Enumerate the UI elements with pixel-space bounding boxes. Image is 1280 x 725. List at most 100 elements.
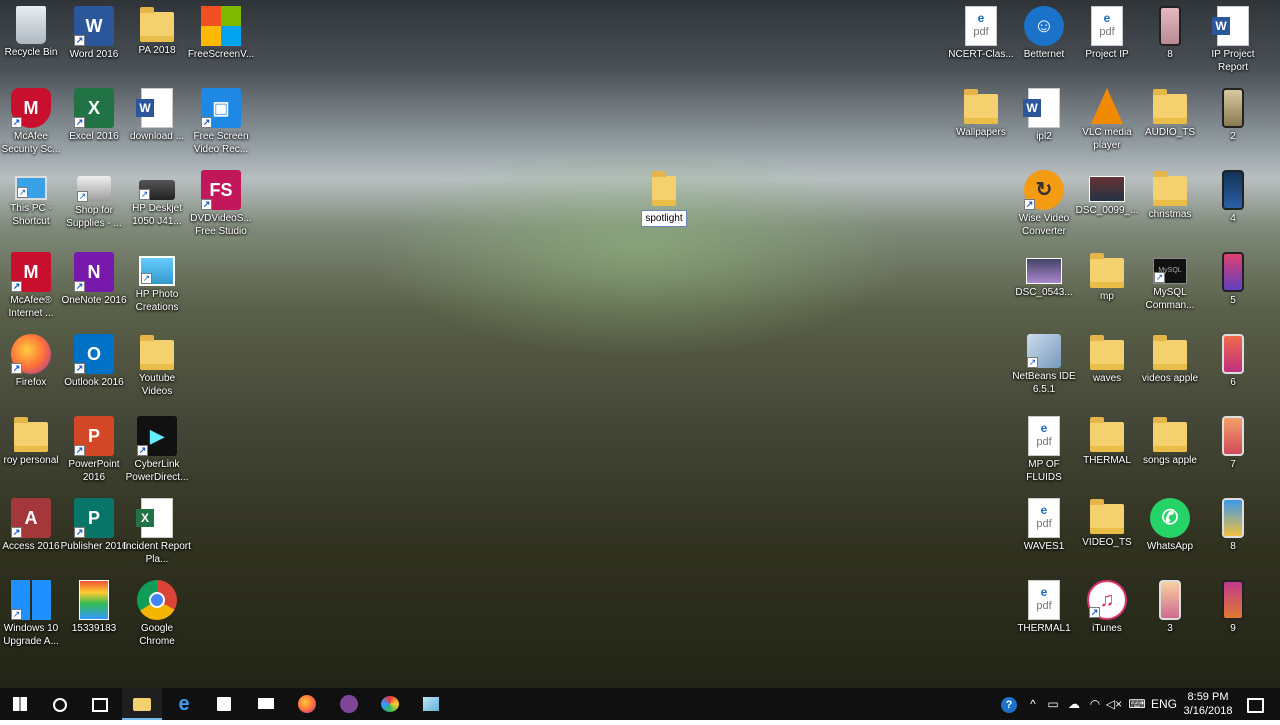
roy-personal-folder[interactable]: roy personal <box>0 412 65 492</box>
image-3-icon[interactable]: 3 <box>1136 576 1204 656</box>
whatsapp-icon[interactable]: ✆ WhatsApp <box>1136 494 1204 574</box>
songs-apple-folder[interactable]: songs apple <box>1136 412 1204 492</box>
file-explorer-button[interactable] <box>122 688 162 720</box>
ipl2-doc-icon[interactable]: W ipl2 <box>1010 84 1078 164</box>
word-2016-icon[interactable]: W ↗ Word 2016 <box>60 2 128 82</box>
windows-10-upgrade-icon[interactable]: ↗ Windows 10 Upgrade A... <box>0 576 65 656</box>
edge-button[interactable]: e <box>164 688 204 720</box>
pa-2018-folder[interactable]: PA 2018 <box>123 2 191 82</box>
vlc-cone-icon <box>1091 88 1123 124</box>
paint-button[interactable] <box>370 688 410 720</box>
free-screen-video-recorder-icon[interactable]: ▣ ↗ Free Screen Video Rec... <box>187 84 255 164</box>
clock[interactable]: 8:59 PM 3/16/2018 <box>1180 690 1236 718</box>
google-chrome-icon[interactable]: Google Chrome <box>123 576 191 656</box>
icon-label: Outlook 2016 <box>64 377 124 388</box>
image-8b-icon[interactable]: 8 <box>1199 494 1267 574</box>
image-7-icon[interactable]: 7 <box>1199 412 1267 492</box>
phone-image-icon <box>1222 252 1244 292</box>
netbeans-ide-icon[interactable]: ↗ NetBeans IDE 6.5.1 <box>1010 330 1078 410</box>
betternet-icon[interactable]: ☺ Betternet <box>1010 2 1078 82</box>
mcafee-internet-icon[interactable]: M ↗ McAfee® Internet ... <box>0 248 65 328</box>
image-4-icon[interactable]: 4 <box>1199 166 1267 246</box>
keyboard-tray-button[interactable]: ⌨ <box>1126 688 1148 720</box>
ncert-pdf-icon[interactable]: e pdf NCERT-Clas... <box>947 2 1015 82</box>
thermal-folder[interactable]: THERMAL <box>1073 412 1141 492</box>
wifi-tray-button[interactable]: ◠ <box>1086 688 1104 720</box>
desktop[interactable]: Recycle Bin M ↗ McAfee Security Sc... ↗ T… <box>0 0 1280 688</box>
mp-folder[interactable]: mp <box>1073 248 1141 328</box>
incident-report-icon[interactable]: X Incident Report Pla... <box>123 494 191 574</box>
dvdvideosoft-free-studio-icon[interactable]: FS ↗ DVDVideoS... Free Studio <box>187 166 255 246</box>
task-view-button[interactable] <box>80 688 120 720</box>
firefox-logo-icon: ↗ <box>11 334 51 374</box>
hp-photo-creations-icon[interactable]: ↗ HP Photo Creations <box>123 248 191 328</box>
image-8-icon[interactable]: 8 <box>1136 2 1204 82</box>
wise-video-converter-icon[interactable]: ↻ ↗ Wise Video Converter <box>1010 166 1078 246</box>
download-doc-icon[interactable]: W download ... <box>123 84 191 164</box>
image-5-icon[interactable]: 5 <box>1199 248 1267 328</box>
waves-folder[interactable]: waves <box>1073 330 1141 410</box>
project-ip-pdf-icon[interactable]: e pdf Project IP <box>1073 2 1141 82</box>
freescreenvideo-icon[interactable]: FreeScreenV... <box>187 2 255 82</box>
christmas-folder[interactable]: christmas <box>1136 166 1204 246</box>
mp-of-fluids-pdf-icon[interactable]: e pdf MP OF FLUIDS <box>1010 412 1078 492</box>
mysql-command-icon[interactable]: MySQL ↗ MySQL Comman... <box>1136 248 1204 328</box>
show-hidden-icons-button[interactable]: ^ <box>1024 688 1042 720</box>
access-2016-icon[interactable]: A ↗ Access 2016 <box>0 494 65 574</box>
icon-label: songs apple <box>1143 455 1197 466</box>
this-pc-shortcut-icon[interactable]: ↗ This PC - Shortcut <box>0 166 65 246</box>
icon-label: iTunes <box>1092 623 1122 634</box>
hp-deskjet-icon[interactable]: ↗ HP Deskjet 1050 J41... <box>123 166 191 246</box>
mail-button[interactable] <box>246 688 286 720</box>
action-center-button[interactable] <box>1240 688 1270 720</box>
start-button[interactable] <box>0 688 40 720</box>
icon-label: Youtube Videos <box>138 373 176 397</box>
network-tray-button[interactable]: ▭ <box>1044 688 1062 720</box>
volume-tray-button[interactable]: ◁× <box>1104 688 1124 720</box>
help-tray-button[interactable]: ? <box>998 688 1020 720</box>
ip-project-report-icon[interactable]: W IP Project Report <box>1199 2 1267 82</box>
image-6-icon[interactable]: 6 <box>1199 330 1267 410</box>
image-2-icon[interactable]: 2 <box>1199 84 1267 164</box>
snipping-tool-button[interactable] <box>411 688 451 720</box>
itunes-icon[interactable]: ♫ ↗ iTunes <box>1073 576 1141 656</box>
firefox-taskbar-button[interactable] <box>287 688 327 720</box>
audio-ts-folder[interactable]: AUDIO_TS <box>1136 84 1204 164</box>
publisher-2016-icon[interactable]: P ↗ Publisher 2016 <box>60 494 128 574</box>
folder-rename-field[interactable]: spotlight <box>641 210 687 227</box>
vlc-media-player-icon[interactable]: VLC media player <box>1073 84 1141 164</box>
cortana-search-button[interactable] <box>40 688 80 720</box>
spotlight-folder[interactable]: spotlight <box>630 166 698 246</box>
excel-2016-icon[interactable]: X ↗ Excel 2016 <box>60 84 128 164</box>
phone-image-icon <box>1222 498 1244 538</box>
onedrive-tray-button[interactable]: ☁ <box>1064 688 1084 720</box>
firefox-icon[interactable]: ↗ Firefox <box>0 330 65 410</box>
shop-for-supplies-icon[interactable]: ↗ Shop for Supplies - ... <box>60 166 128 246</box>
wallpapers-folder[interactable]: Wallpapers <box>947 84 1015 164</box>
network-icon: ▭ <box>1047 697 1059 711</box>
dsc-0543-icon[interactable]: DSC_0543... <box>1010 248 1078 328</box>
thermal1-pdf-icon[interactable]: e pdf THERMAL1 <box>1010 576 1078 656</box>
image-file-icon <box>79 580 109 620</box>
folder-icon <box>1153 417 1187 452</box>
cyberlink-powerdirector-icon[interactable]: ▶ ↗ CyberLink PowerDirect... <box>123 412 191 492</box>
image-9-icon[interactable]: 9 <box>1199 576 1267 656</box>
youtube-videos-folder[interactable]: Youtube Videos <box>123 330 191 410</box>
language-indicator[interactable]: ENG <box>1150 688 1178 720</box>
onenote-2016-icon[interactable]: N ↗ OneNote 2016 <box>60 248 128 328</box>
icon-label: Betternet <box>1023 49 1065 60</box>
outlook-2016-icon[interactable]: O ↗ Outlook 2016 <box>60 330 128 410</box>
icon-label: HP Deskjet 1050 J41... <box>132 203 182 227</box>
store-button[interactable] <box>204 688 244 720</box>
powerpoint-2016-icon[interactable]: P ↗ PowerPoint 2016 <box>60 412 128 492</box>
image-15339183-icon[interactable]: 15339183 <box>60 576 128 656</box>
video-ts-folder[interactable]: VIDEO_TS <box>1073 494 1141 574</box>
icon-label: waves <box>1092 373 1122 384</box>
recycle-bin-icon[interactable]: Recycle Bin <box>0 2 65 82</box>
videos-apple-folder[interactable]: videos apple <box>1136 330 1204 410</box>
dsc-0099-icon[interactable]: DSC_0099_... <box>1073 166 1141 246</box>
tor-browser-button[interactable] <box>329 688 369 720</box>
mcafee-security-scan-icon[interactable]: M ↗ McAfee Security Sc... <box>0 84 65 164</box>
waves1-pdf-icon[interactable]: e pdf WAVES1 <box>1010 494 1078 574</box>
computer-icon: ↗ <box>15 176 47 200</box>
